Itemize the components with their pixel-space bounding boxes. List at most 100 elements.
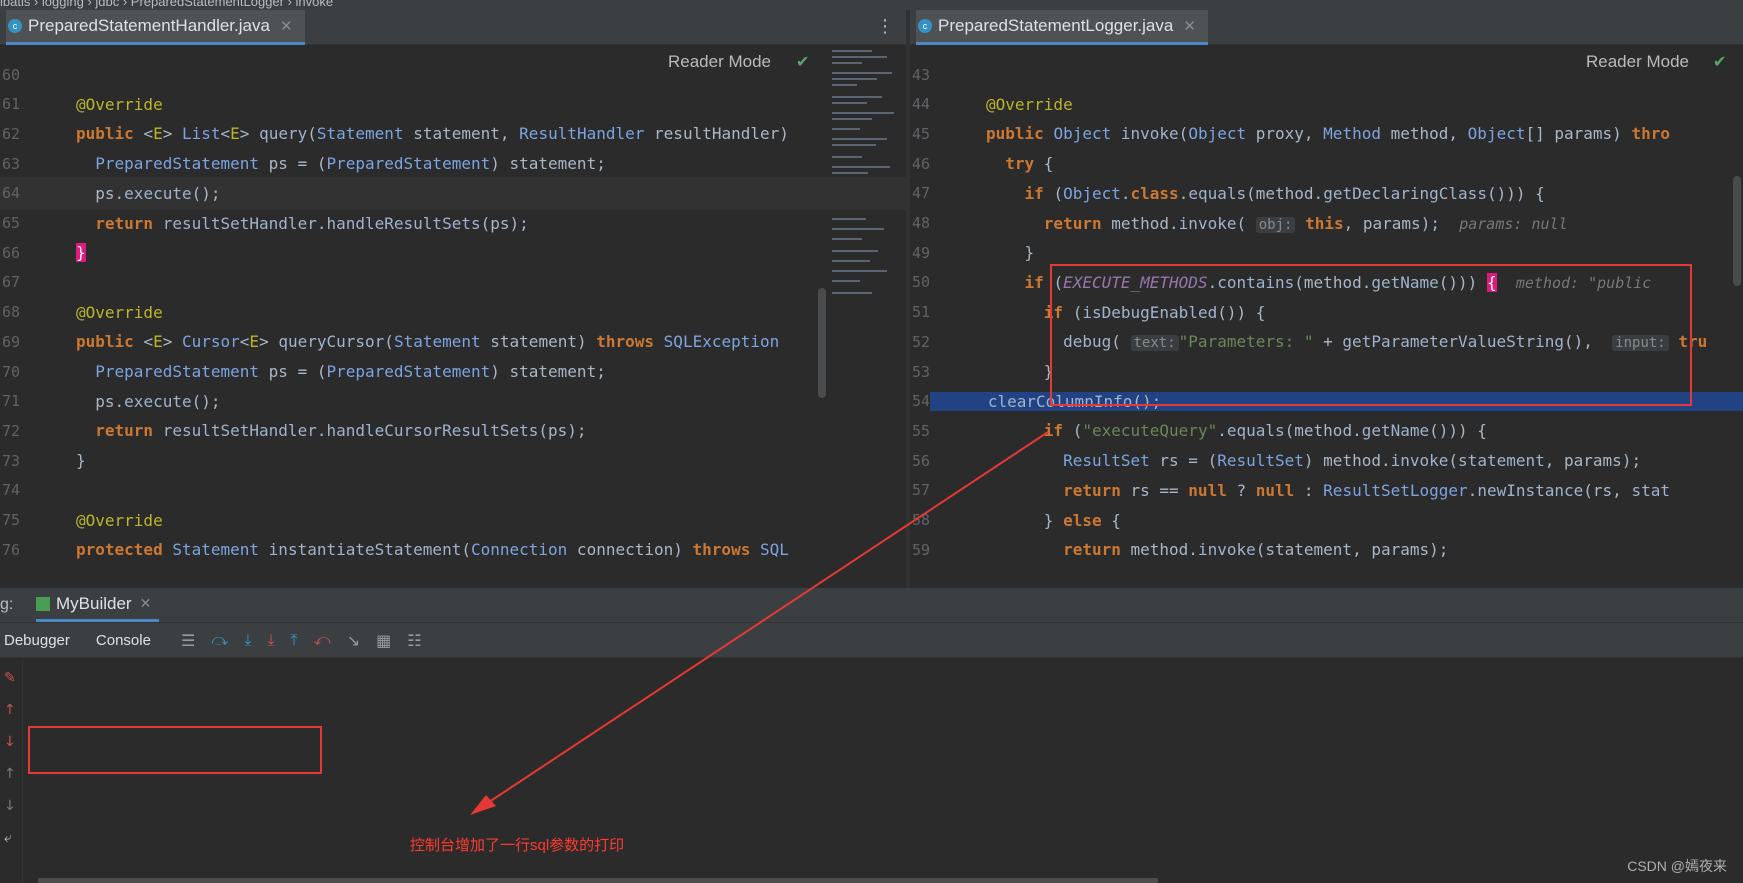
drop-frame-icon[interactable]: ⤺ xyxy=(314,630,331,650)
menu-icon[interactable]: ☰ xyxy=(181,631,195,650)
gutter[interactable] xyxy=(36,414,76,447)
gutter[interactable] xyxy=(946,325,986,358)
code-line[interactable]: 56 ResultSet rs = (ResultSet) method.inv… xyxy=(910,444,1743,477)
code-line[interactable]: 65 return resultSetHandler.handleResultS… xyxy=(0,207,906,240)
code-line[interactable]: 73} xyxy=(0,444,906,477)
line-number[interactable]: 67 xyxy=(0,273,36,291)
line-number[interactable]: 69 xyxy=(0,333,36,351)
down-icon[interactable]: ↓ xyxy=(4,798,16,814)
gutter[interactable] xyxy=(946,444,986,477)
line-number[interactable]: 59 xyxy=(910,541,946,559)
soft-wrap-icon[interactable]: ⤶ xyxy=(4,830,12,846)
gutter[interactable] xyxy=(946,207,986,240)
line-number[interactable]: 74 xyxy=(0,481,36,499)
code-line[interactable]: 55 if ("executeQuery".equals(method.getN… xyxy=(910,414,1743,447)
gutter[interactable] xyxy=(36,266,76,299)
gutter[interactable] xyxy=(36,474,76,507)
gutter[interactable] xyxy=(36,207,76,240)
gutter[interactable] xyxy=(946,117,986,150)
up-arrow-icon[interactable]: ↑ xyxy=(4,702,16,718)
code-line[interactable]: 48 return method.invoke( obj: this, para… xyxy=(910,207,1743,240)
step-into-icon[interactable]: ⤓ xyxy=(267,630,274,650)
code-line[interactable]: 57 return rs == null ? null : ResultSetL… xyxy=(910,474,1743,507)
gutter[interactable] xyxy=(36,58,76,91)
code-line[interactable]: 45 public Object invoke(Object proxy, Met… xyxy=(910,117,1743,150)
gutter[interactable] xyxy=(946,177,986,210)
line-number[interactable]: 62 xyxy=(0,125,36,143)
code-line[interactable]: 44 @Override xyxy=(910,88,1743,121)
tab-debugger[interactable]: Debugger xyxy=(4,632,70,649)
line-number[interactable]: 49 xyxy=(910,244,946,262)
code-line[interactable]: 67 xyxy=(0,266,906,299)
edit-icon[interactable]: ✎ xyxy=(4,670,16,686)
line-number[interactable]: 55 xyxy=(910,422,946,440)
trace-icon[interactable]: ☷ xyxy=(407,631,421,650)
line-number[interactable]: 76 xyxy=(0,541,36,559)
gutter[interactable] xyxy=(36,355,76,388)
line-number[interactable]: 70 xyxy=(0,363,36,381)
tab-console[interactable]: Console xyxy=(96,632,151,649)
line-number[interactable]: 47 xyxy=(910,184,946,202)
line-number[interactable]: 51 xyxy=(910,303,946,321)
gutter[interactable] xyxy=(946,296,986,329)
line-number[interactable]: 71 xyxy=(0,392,36,410)
line-number[interactable]: 45 xyxy=(910,125,946,143)
line-number[interactable]: 75 xyxy=(0,511,36,529)
show-execution-point-icon[interactable]: ⤼ xyxy=(211,630,228,650)
gutter[interactable] xyxy=(36,117,76,150)
tab-prepared-statement-handler[interactable]: c PreparedStatementHandler.java ✕ xyxy=(6,10,305,45)
line-number[interactable]: 63 xyxy=(0,155,36,173)
line-number[interactable]: 50 xyxy=(910,273,946,291)
line-number[interactable]: 65 xyxy=(0,214,36,232)
gutter[interactable] xyxy=(36,236,76,269)
code-line[interactable]: 62 public <E> List<E> query(Statement sta… xyxy=(0,117,906,150)
line-number[interactable]: 72 xyxy=(0,422,36,440)
gutter[interactable] xyxy=(946,533,986,566)
code-line[interactable]: 69 public <E> Cursor<E> queryCursor(State… xyxy=(0,325,906,358)
up-icon[interactable]: ↑ xyxy=(4,766,16,782)
line-number[interactable]: 73 xyxy=(0,452,36,470)
code-line[interactable]: 75 @Override xyxy=(0,504,906,537)
line-number[interactable]: 64 xyxy=(0,184,36,202)
code-line[interactable]: 61 @Override xyxy=(0,88,906,121)
line-number[interactable]: 46 xyxy=(910,155,946,173)
gutter[interactable] xyxy=(36,325,76,358)
line-number[interactable]: 60 xyxy=(0,66,36,84)
gutter[interactable] xyxy=(946,355,986,388)
left-editor[interactable]: c PreparedStatementHandler.java ✕ ⋮ Read… xyxy=(0,10,906,588)
line-number[interactable]: 57 xyxy=(910,481,946,499)
code-line[interactable]: 70 PreparedStatement ps = (PreparedState… xyxy=(0,355,906,388)
step-over-icon[interactable]: ⤓ xyxy=(244,630,251,650)
gutter[interactable] xyxy=(946,147,986,180)
code-line[interactable]: 68 @Override xyxy=(0,296,906,329)
line-number[interactable]: 48 xyxy=(910,214,946,232)
code-line[interactable]: 71 ps.execute(); xyxy=(0,385,906,418)
code-line[interactable]: 74 xyxy=(0,474,906,507)
gutter[interactable] xyxy=(946,266,986,299)
tab-mybuilder[interactable]: MyBuilder ✕ xyxy=(36,588,160,622)
gutter[interactable] xyxy=(36,385,76,418)
code-line[interactable]: 47 if (Object.class.equals(method.getDec… xyxy=(910,177,1743,210)
line-number[interactable]: 58 xyxy=(910,511,946,529)
gutter[interactable] xyxy=(946,58,986,91)
line-number[interactable]: 66 xyxy=(0,244,36,262)
down-arrow-icon[interactable]: ↓ xyxy=(4,734,16,750)
gutter[interactable] xyxy=(36,504,76,537)
code-line[interactable]: 59 return method.invoke(statement, param… xyxy=(910,533,1743,566)
run-to-cursor-icon[interactable]: ↘ xyxy=(347,631,360,650)
more-icon[interactable]: ⋮ xyxy=(876,16,894,37)
gutter[interactable] xyxy=(946,504,986,537)
gutter[interactable] xyxy=(946,88,986,121)
code-line[interactable]: 72 return resultSetHandler.handleCursorR… xyxy=(0,414,906,447)
line-number[interactable]: 61 xyxy=(0,95,36,113)
code-line[interactable]: 64 ps.execute(); xyxy=(0,176,906,210)
gutter[interactable] xyxy=(946,474,986,507)
evaluate-expression-icon[interactable]: ▦ xyxy=(376,631,391,650)
line-number[interactable]: 43 xyxy=(910,66,946,84)
close-icon[interactable]: ✕ xyxy=(280,17,293,35)
code-line[interactable]: 63 PreparedStatement ps = (PreparedState… xyxy=(0,147,906,180)
code-line[interactable]: 46 try { xyxy=(910,147,1743,180)
step-out-icon[interactable]: ⤒ xyxy=(291,630,298,650)
line-number[interactable]: 56 xyxy=(910,452,946,470)
gutter[interactable] xyxy=(36,444,76,477)
